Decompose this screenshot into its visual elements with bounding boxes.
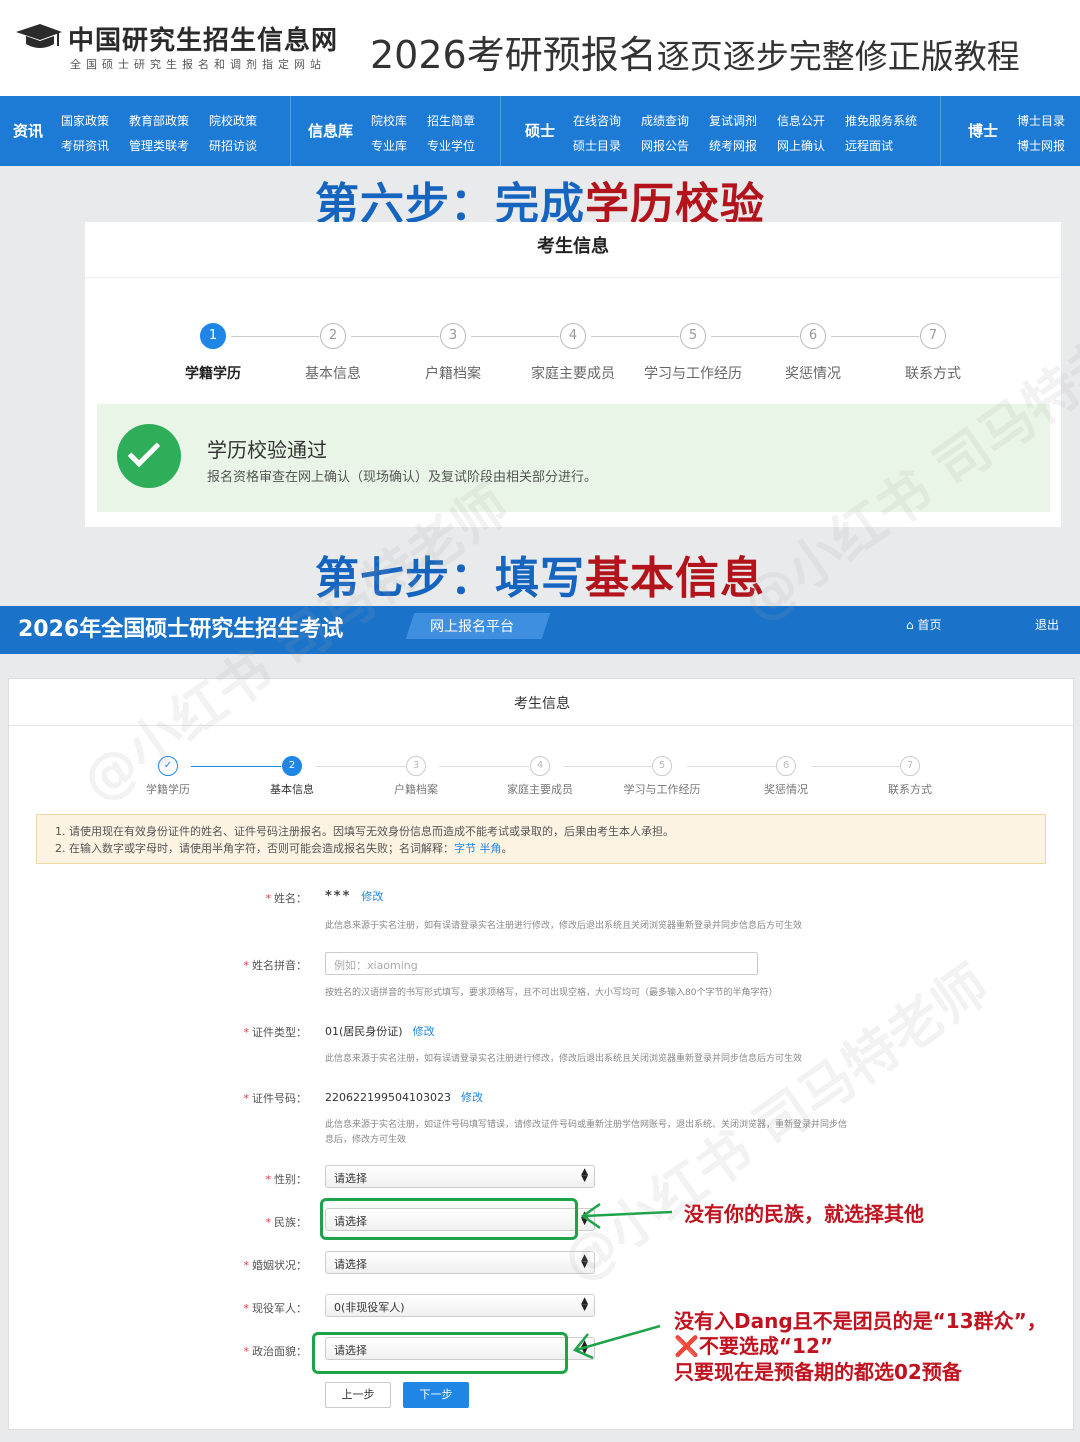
political-arrow-icon [573,1324,661,1360]
political-tip-2: ❌不要选成“12” [674,1334,834,1358]
political-tip-3: 只要现在是预备期的都选02预备 [674,1360,962,1384]
